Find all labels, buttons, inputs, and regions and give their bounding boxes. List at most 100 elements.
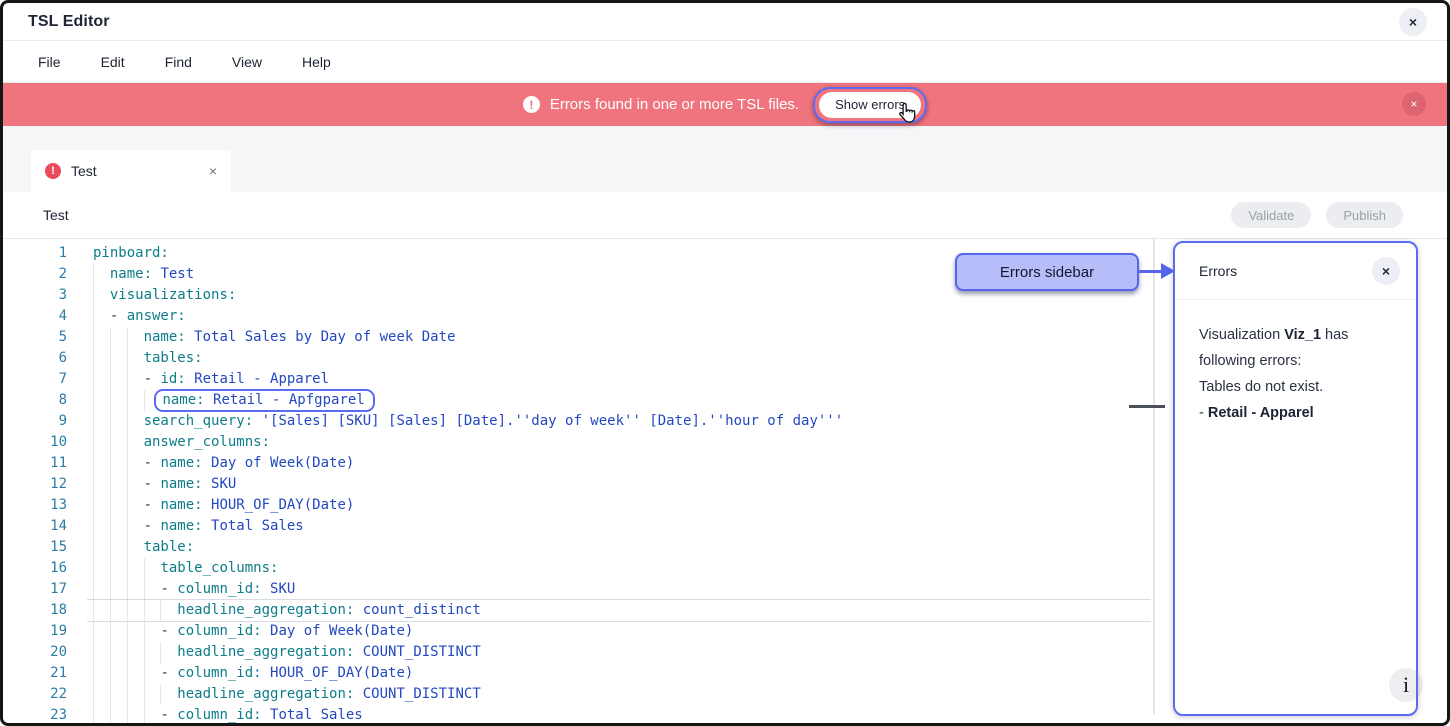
code-line: 20 headline_aggregation: COUNT_DISTINCT bbox=[3, 642, 1151, 663]
menu-help[interactable]: Help bbox=[302, 54, 331, 70]
indent-guide bbox=[127, 663, 128, 684]
code-line-content: - name: Total Sales bbox=[87, 516, 1151, 537]
code-line: 21 - column_id: HOUR_OF_DAY(Date) bbox=[3, 663, 1151, 684]
code-line-content: - column_id: HOUR_OF_DAY(Date) bbox=[87, 663, 1151, 684]
tab-test[interactable]: ! Test × bbox=[31, 150, 231, 192]
indent-guide bbox=[110, 558, 111, 579]
indent-guide bbox=[144, 558, 145, 579]
editor-right-edge-divider bbox=[1153, 239, 1155, 714]
indent-guide bbox=[127, 411, 128, 432]
menu-file[interactable]: File bbox=[38, 54, 61, 70]
tab-strip: ! Test × bbox=[3, 126, 1447, 192]
indent-guide bbox=[93, 705, 94, 726]
indent-guide bbox=[110, 663, 111, 684]
code-line-content: - name: SKU bbox=[87, 474, 1151, 495]
indent-guide bbox=[144, 663, 145, 684]
indent-guide bbox=[110, 684, 111, 705]
tab-label: Test bbox=[71, 163, 209, 179]
indent-guide bbox=[110, 579, 111, 600]
line-number: 4 bbox=[3, 306, 67, 327]
menubar: File Edit Find View Help bbox=[3, 41, 1447, 83]
errors-panel-close-button[interactable]: × bbox=[1372, 257, 1400, 285]
indent-guide bbox=[127, 684, 128, 705]
indent-guide bbox=[110, 453, 111, 474]
indent-guide bbox=[127, 474, 128, 495]
indent-guide bbox=[144, 579, 145, 600]
indent-guide bbox=[160, 600, 161, 621]
menu-find[interactable]: Find bbox=[165, 54, 192, 70]
indent-guide bbox=[93, 453, 94, 474]
indent-guide bbox=[110, 642, 111, 663]
show-errors-highlight-ring: Show errors bbox=[813, 87, 927, 123]
callout-arrow-line bbox=[1139, 270, 1163, 273]
code-line: 8 name: Retail - Apfgparel bbox=[3, 390, 1151, 411]
indent-guide bbox=[144, 600, 145, 621]
line-number: 17 bbox=[3, 579, 67, 600]
code-line: 23 - column_id: Total Sales bbox=[3, 705, 1151, 726]
code-line-content: name: Retail - Apfgparel bbox=[87, 390, 1151, 411]
indent-guide bbox=[127, 537, 128, 558]
line-number: 19 bbox=[3, 621, 67, 642]
hand-cursor-icon bbox=[896, 102, 919, 130]
code-line: 16 table_columns: bbox=[3, 558, 1151, 579]
line-number: 3 bbox=[3, 285, 67, 306]
validate-button[interactable]: Validate bbox=[1231, 202, 1311, 228]
code-line: 6 tables: bbox=[3, 348, 1151, 369]
indent-guide bbox=[110, 327, 111, 348]
titlebar: TSL Editor × bbox=[3, 3, 1447, 41]
indent-guide bbox=[127, 705, 128, 726]
code-line-content: tables: bbox=[87, 348, 1151, 369]
code-area[interactable]: 1pinboard:2 name: Test3 visualizations:4… bbox=[3, 243, 1151, 726]
indent-guide bbox=[127, 327, 128, 348]
close-icon: × bbox=[1382, 263, 1390, 279]
code-line: 19 - column_id: Day of Week(Date) bbox=[3, 621, 1151, 642]
code-line-content: table: bbox=[87, 537, 1151, 558]
close-icon: × bbox=[1410, 97, 1417, 111]
code-line: 15 table: bbox=[3, 537, 1151, 558]
sidebar-resize-handle[interactable] bbox=[1129, 405, 1165, 408]
menu-view[interactable]: View bbox=[232, 54, 262, 70]
code-line: 17 - column_id: SKU bbox=[3, 579, 1151, 600]
code-line-content: name: Total Sales by Day of week Date bbox=[87, 327, 1151, 348]
indent-guide bbox=[127, 558, 128, 579]
line-number: 5 bbox=[3, 327, 67, 348]
tsl-editor-window: TSL Editor × File Edit Find View Help ! … bbox=[0, 0, 1450, 726]
indent-guide bbox=[110, 600, 111, 621]
banner-message: Errors found in one or more TSL files. bbox=[550, 96, 799, 113]
window-title: TSL Editor bbox=[28, 13, 110, 31]
code-line-content: search_query: '[Sales] [SKU] [Sales] [Da… bbox=[87, 411, 1151, 432]
indent-guide bbox=[93, 684, 94, 705]
indent-guide bbox=[160, 684, 161, 705]
document-title: Test bbox=[43, 207, 69, 223]
indent-guide bbox=[127, 390, 128, 411]
banner-close-button[interactable]: × bbox=[1402, 92, 1426, 116]
menu-edit[interactable]: Edit bbox=[101, 54, 125, 70]
errors-panel-header: Errors × bbox=[1175, 243, 1416, 300]
indent-guide bbox=[93, 390, 94, 411]
indent-guide bbox=[110, 621, 111, 642]
publish-button[interactable]: Publish bbox=[1326, 202, 1403, 228]
code-line-content: headline_aggregation: COUNT_DISTINCT bbox=[87, 642, 1151, 663]
line-number: 13 bbox=[3, 495, 67, 516]
indent-guide bbox=[127, 579, 128, 600]
code-line-content: table_columns: bbox=[87, 558, 1151, 579]
error-message-line: Tables do not exist. bbox=[1199, 374, 1394, 400]
code-line-content: - column_id: Day of Week(Date) bbox=[87, 621, 1151, 642]
indent-guide bbox=[93, 579, 94, 600]
document-toolbar: Test Validate Publish bbox=[3, 192, 1447, 239]
line-number: 11 bbox=[3, 453, 67, 474]
indent-guide bbox=[93, 285, 94, 306]
code-line: 9 search_query: '[Sales] [SKU] [Sales] [… bbox=[3, 411, 1151, 432]
code-line: 13 - name: HOUR_OF_DAY(Date) bbox=[3, 495, 1151, 516]
alert-circle-icon: ! bbox=[523, 96, 540, 113]
error-message-line: - Retail - Apparel bbox=[1199, 400, 1394, 426]
indent-guide bbox=[93, 474, 94, 495]
indent-guide bbox=[110, 390, 111, 411]
code-line: 11 - name: Day of Week(Date) bbox=[3, 453, 1151, 474]
indent-guide bbox=[110, 369, 111, 390]
code-line-content: answer_columns: bbox=[87, 432, 1151, 453]
window-close-button[interactable]: × bbox=[1399, 8, 1427, 36]
code-line-content: - id: Retail - Apparel bbox=[87, 369, 1151, 390]
tab-close-icon[interactable]: × bbox=[209, 163, 217, 179]
line-number: 23 bbox=[3, 705, 67, 726]
